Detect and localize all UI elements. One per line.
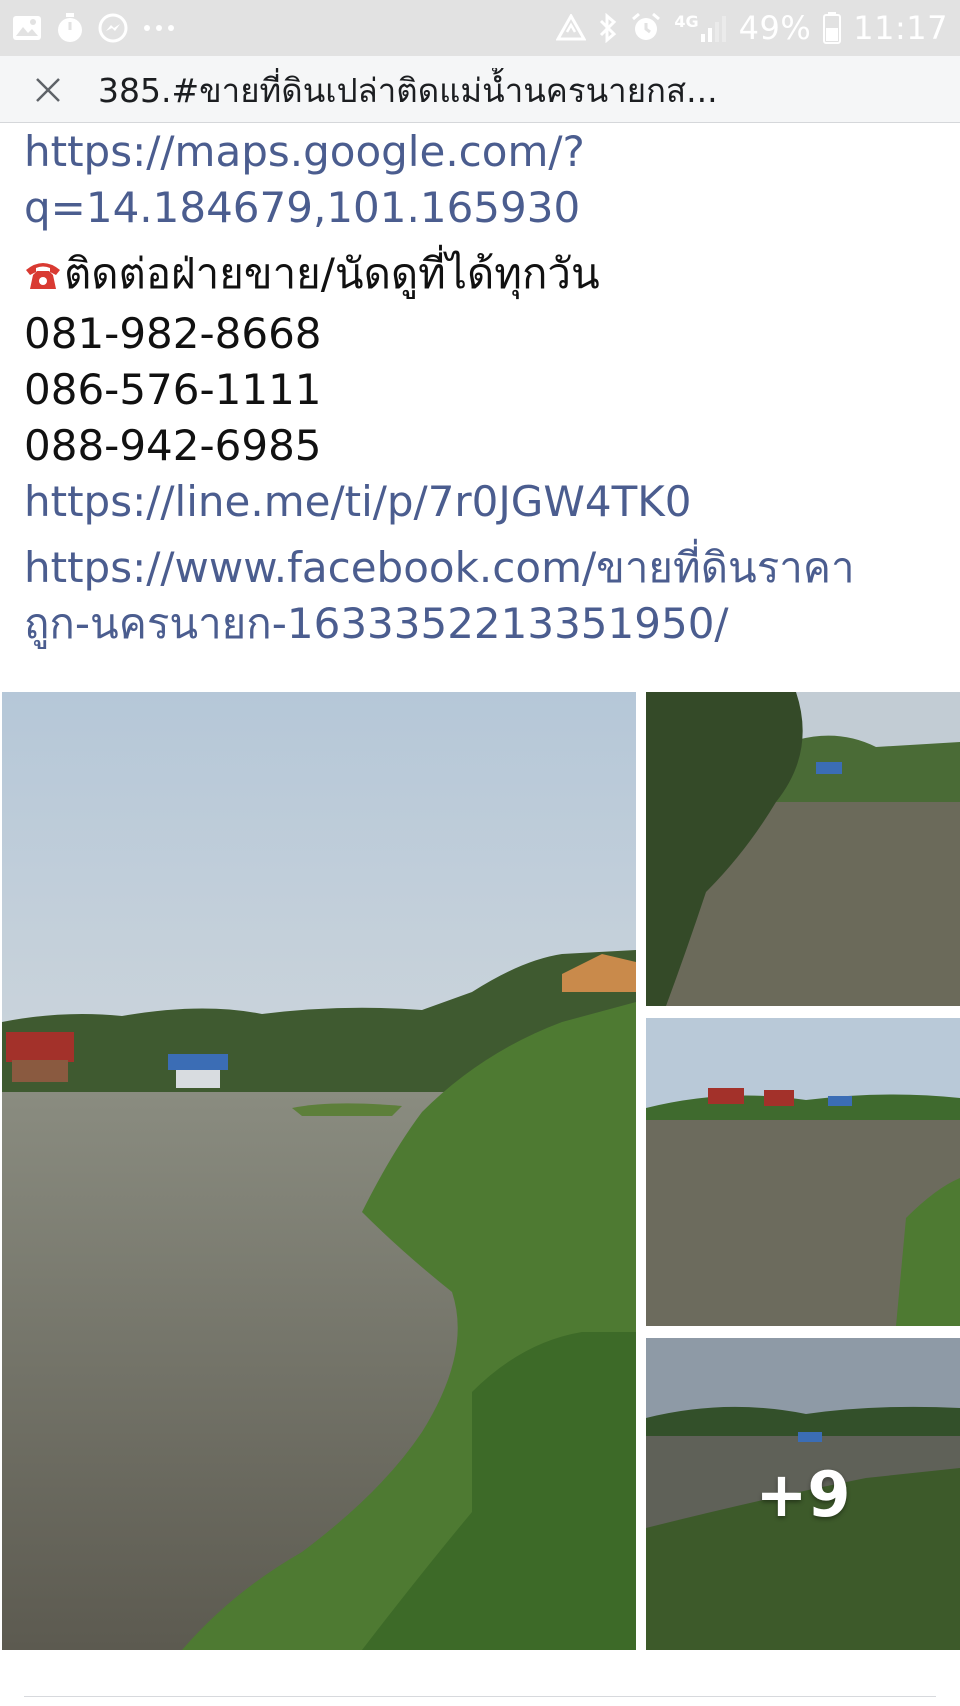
facebook-link-line-1: https://www.facebook.com/ขายที่ดินราคา — [24, 543, 855, 592]
more-photos-count: +9 — [755, 1457, 851, 1531]
river-landscape-image — [2, 692, 636, 1650]
facebook-link-line-2: ถูก-นครนายก-1633352213351950/ — [24, 599, 729, 648]
river-houses-image — [646, 1018, 960, 1326]
post-body: https://maps.google.com/? q=14.184679,10… — [24, 124, 944, 652]
maps-link[interactable]: https://maps.google.com/? q=14.184679,10… — [24, 124, 944, 236]
status-bar: 4G 49% 11:17 — [0, 0, 960, 56]
status-left-icons — [12, 10, 176, 46]
facebook-link[interactable]: https://www.facebook.com/ขายที่ดินราคา ถ… — [24, 540, 944, 652]
messenger-icon — [98, 13, 128, 43]
more-dots-icon — [142, 23, 176, 33]
timer-icon — [56, 13, 84, 43]
photo-more[interactable]: +9 — [646, 1338, 960, 1650]
photo-main[interactable] — [2, 692, 636, 1650]
contact-heading: ติดต่อฝ่ายขาย/นัดดูที่ได้ทุกวัน — [64, 249, 600, 298]
maps-link-line-1: https://maps.google.com/? — [24, 127, 585, 176]
page-title: 385.#ขายที่ดินเปล่าติดแม่น้ำนครนายกส... — [98, 71, 718, 110]
line-link[interactable]: https://line.me/ti/p/7r0JGW4TK0 — [24, 474, 944, 530]
river-trees-image — [646, 692, 960, 1006]
phone-number-3[interactable]: 088-942-6985 — [24, 418, 944, 474]
bluetooth-icon — [598, 13, 618, 43]
phone-number-1[interactable]: 081-982-8668 — [24, 306, 944, 362]
battery-percent: 49% — [738, 9, 812, 47]
signal-icon: 4G — [674, 14, 726, 42]
close-icon — [36, 78, 60, 102]
photo-top-right[interactable] — [646, 692, 960, 1006]
photo-middle-right[interactable] — [646, 1018, 960, 1326]
title-bar: 385.#ขายที่ดินเปล่าติดแม่น้ำนครนายกส... — [0, 56, 960, 123]
close-button[interactable] — [28, 70, 68, 110]
clock: 11:17 — [853, 9, 948, 47]
telephone-icon — [24, 250, 62, 306]
maps-link-line-2: q=14.184679,101.165930 — [24, 183, 581, 232]
recycle-icon — [556, 14, 587, 42]
divider — [24, 1696, 936, 1697]
status-right-icons: 4G 49% 11:17 — [556, 6, 948, 50]
battery-icon — [823, 12, 842, 44]
gallery-icon — [12, 15, 42, 41]
contact-heading-row: ติดต่อฝ่ายขาย/นัดดูที่ได้ทุกวัน — [24, 246, 944, 306]
phone-number-2[interactable]: 086-576-1111 — [24, 362, 944, 418]
alarm-icon — [630, 12, 662, 44]
